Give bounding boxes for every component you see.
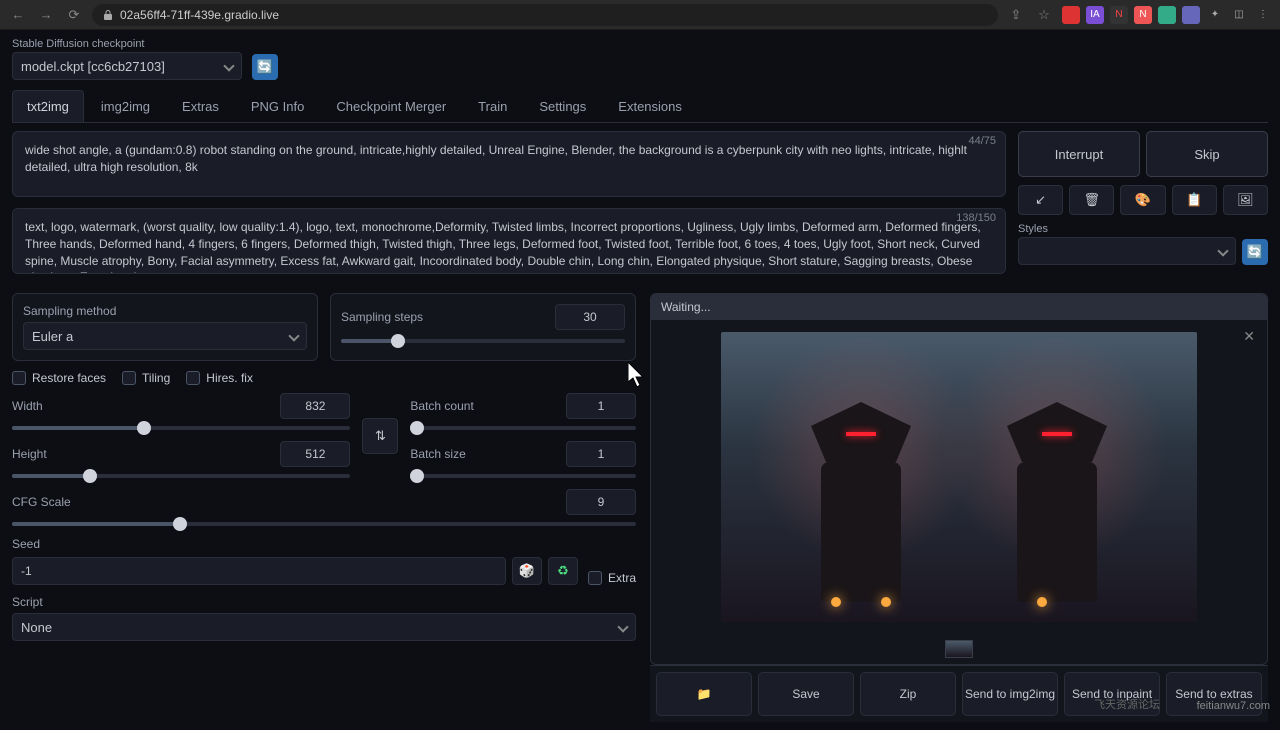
ext-icon-2[interactable]: IA (1086, 6, 1104, 24)
trash-button[interactable]: 🗑 (1069, 185, 1114, 215)
url-bar[interactable]: 02a56ff4-71ff-439e.gradio.live (92, 4, 998, 26)
tab-extensions[interactable]: Extensions (603, 90, 697, 122)
seed-label: Seed (12, 537, 636, 551)
sampling-steps-label: Sampling steps (341, 310, 423, 324)
width-value[interactable]: 832 (280, 393, 350, 419)
height-label: Height (12, 447, 47, 461)
refresh-styles-button[interactable]: 🔄 (1242, 239, 1268, 265)
random-seed-button[interactable]: 🎲 (512, 557, 542, 585)
tiling-label: Tiling (142, 371, 170, 385)
sidepanel-icon[interactable]: ◫ (1230, 6, 1248, 24)
width-label: Width (12, 399, 43, 413)
extra-seed-checkbox[interactable] (588, 571, 602, 585)
batch-size-label: Batch size (410, 447, 465, 461)
zip-button[interactable]: Zip (860, 672, 956, 716)
script-select[interactable]: None (12, 613, 636, 641)
cfg-scale-label: CFG Scale (12, 495, 71, 509)
checkpoint-select[interactable]: model.ckpt [cc6cb27103] (12, 52, 242, 80)
checkpoint-value: model.ckpt [cc6cb27103] (21, 59, 165, 74)
close-preview-button[interactable]: ✕ (1243, 328, 1255, 345)
chevron-down-icon (223, 60, 234, 71)
star-icon[interactable]: ☆ (1034, 5, 1054, 25)
batch-count-value[interactable]: 1 (566, 393, 636, 419)
tiling-checkbox[interactable] (122, 371, 136, 385)
extension-icons: IA N N ✦ ◫ ⋮ (1062, 6, 1272, 24)
chevron-down-icon (288, 330, 299, 341)
save-button[interactable]: Save (758, 672, 854, 716)
ext-icon-1[interactable] (1062, 6, 1080, 24)
watermark-text-2: feitianwu7.com (1197, 700, 1270, 712)
reload-button[interactable]: ⟳ (64, 5, 84, 25)
negative-prompt-input[interactable] (12, 208, 1006, 274)
browser-chrome: ← → ⟳ 02a56ff4-71ff-439e.gradio.live ⇪ ☆… (0, 0, 1280, 30)
ext-icon-3[interactable]: N (1110, 6, 1128, 24)
output-thumbnail[interactable] (945, 640, 973, 658)
negative-token-count: 138/150 (956, 212, 996, 224)
tab-txt2img[interactable]: txt2img (12, 90, 84, 122)
positive-token-count: 44/75 (968, 135, 996, 147)
ext-icon-4[interactable]: N (1134, 6, 1152, 24)
tab-img2img[interactable]: img2img (86, 90, 165, 122)
palette-button[interactable]: 🎨 (1120, 185, 1165, 215)
restore-faces-checkbox[interactable] (12, 371, 26, 385)
reuse-seed-button[interactable]: ♻ (548, 557, 578, 585)
clipboard-button[interactable]: 📋 (1172, 185, 1217, 215)
batch-size-value[interactable]: 1 (566, 441, 636, 467)
extra-seed-label: Extra (608, 571, 636, 585)
ext-icon-6[interactable] (1182, 6, 1200, 24)
url-text: 02a56ff4-71ff-439e.gradio.live (120, 8, 279, 22)
skip-button[interactable]: Skip (1146, 131, 1268, 177)
ext-icon-5[interactable] (1158, 6, 1176, 24)
batch-size-slider[interactable] (410, 473, 636, 479)
output-status: Waiting... (651, 294, 1267, 320)
hires-fix-label: Hires. fix (206, 371, 253, 385)
tab-extras[interactable]: Extras (167, 90, 234, 122)
watermark-text-1: 飞天资源论坛 (1094, 696, 1160, 712)
batch-count-label: Batch count (410, 399, 473, 413)
back-button[interactable]: ← (8, 5, 28, 25)
tab-pnginfo[interactable]: PNG Info (236, 90, 319, 122)
refresh-checkpoint-button[interactable]: 🔄 (252, 54, 278, 80)
styles-select[interactable] (1018, 237, 1236, 265)
sampling-method-select[interactable]: Euler a (23, 322, 307, 350)
hires-fix-checkbox[interactable] (186, 371, 200, 385)
styles-label: Styles (1018, 223, 1236, 235)
tab-checkpoint-merger[interactable]: Checkpoint Merger (321, 90, 461, 122)
sampling-steps-slider[interactable] (341, 338, 625, 344)
tab-settings[interactable]: Settings (524, 90, 601, 122)
chevron-down-icon (617, 621, 628, 632)
batch-count-slider[interactable] (410, 425, 636, 431)
tab-train[interactable]: Train (463, 90, 522, 122)
swap-dimensions-button[interactable]: ⇅ (362, 418, 398, 454)
lock-icon (102, 9, 114, 21)
cfg-scale-slider[interactable] (12, 521, 636, 527)
generated-image[interactable] (721, 332, 1197, 622)
positive-prompt-input[interactable] (12, 131, 1006, 197)
script-label: Script (12, 595, 636, 609)
open-folder-button[interactable]: 📁 (656, 672, 752, 716)
restore-faces-label: Restore faces (32, 371, 106, 385)
height-slider[interactable] (12, 473, 350, 479)
menu-icon[interactable]: ⋮ (1254, 6, 1272, 24)
sampling-method-value: Euler a (32, 329, 73, 344)
arrow-button[interactable]: ↙ (1018, 185, 1063, 215)
seed-input[interactable] (12, 557, 506, 585)
script-value: None (21, 620, 52, 635)
cfg-scale-value[interactable]: 9 (566, 489, 636, 515)
height-value[interactable]: 512 (280, 441, 350, 467)
forward-button[interactable]: → (36, 5, 56, 25)
extensions-icon[interactable]: ✦ (1206, 6, 1224, 24)
image-button[interactable]: 🖼 (1223, 185, 1268, 215)
send-to-img2img-button[interactable]: Send to img2img (962, 672, 1058, 716)
checkpoint-label: Stable Diffusion checkpoint (12, 38, 242, 50)
main-tabs: txt2img img2img Extras PNG Info Checkpoi… (12, 90, 1268, 123)
width-slider[interactable] (12, 425, 350, 431)
sampling-method-label: Sampling method (23, 304, 307, 318)
interrupt-button[interactable]: Interrupt (1018, 131, 1140, 177)
sampling-steps-value[interactable]: 30 (555, 304, 625, 330)
chevron-down-icon (1217, 245, 1228, 256)
share-icon[interactable]: ⇪ (1006, 5, 1026, 25)
